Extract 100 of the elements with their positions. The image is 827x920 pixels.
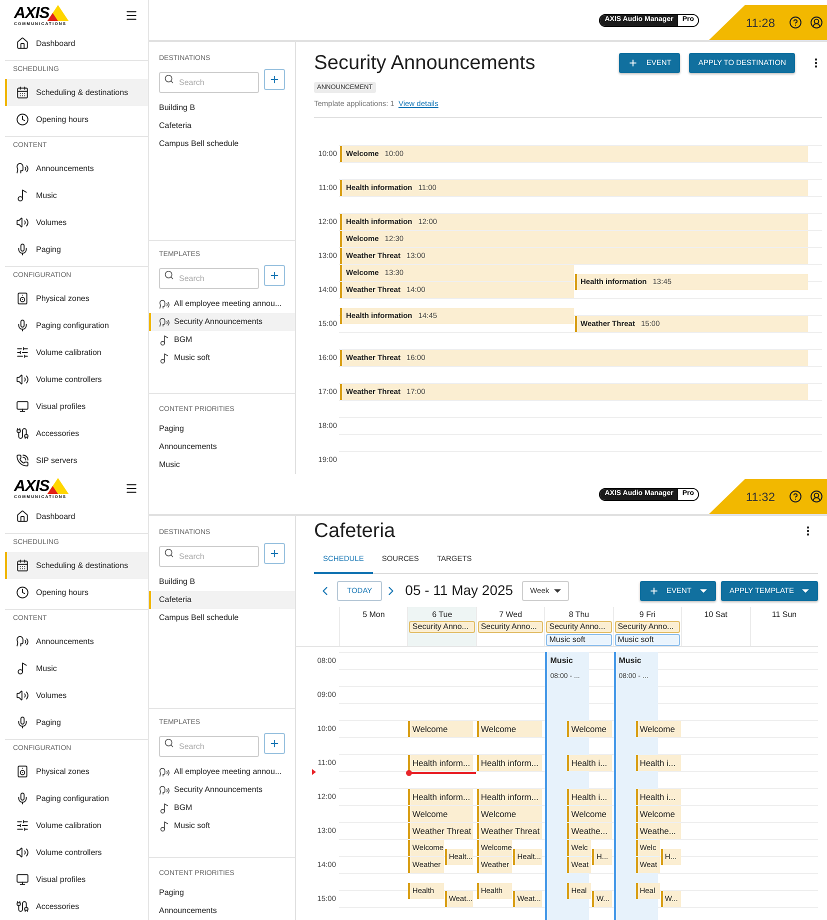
calendar-event[interactable]: Health inform... — [408, 789, 474, 805]
calendar-event[interactable]: Health inform... — [476, 789, 542, 805]
nav-item[interactable]: Music — [5, 182, 148, 209]
plus-icon — [648, 586, 658, 596]
list-item[interactable]: Announcements — [149, 902, 295, 920]
nav-item[interactable]: Volumes — [5, 682, 148, 709]
search-field[interactable]: Search — [159, 736, 260, 758]
home-icon — [16, 37, 29, 50]
calendar-event[interactable]: Weather Threat — [408, 823, 474, 839]
cable-icon — [16, 427, 29, 440]
list-item[interactable]: Paging — [149, 420, 295, 438]
nav-item[interactable]: Volume calibration — [5, 812, 148, 839]
nav-item[interactable]: Paging — [5, 236, 148, 263]
all-day-event[interactable]: Security Anno... — [409, 621, 475, 633]
list-item[interactable]: All employee meeting annou... — [149, 763, 295, 782]
all-day-event[interactable]: Music soft — [546, 634, 612, 646]
nav-item[interactable]: Scheduling & destinations — [5, 552, 148, 579]
calendar-event[interactable]: Welcome — [636, 806, 681, 822]
menu-button[interactable] — [125, 8, 138, 22]
nav-item[interactable]: Dashboard — [5, 503, 148, 530]
logo-wordmark: AXIS — [14, 479, 50, 494]
add-button[interactable] — [264, 733, 285, 754]
nav-item[interactable]: Dashboard — [5, 30, 148, 57]
calendar-event[interactable]: Welcome — [567, 806, 612, 822]
nav-item[interactable]: Paging — [5, 709, 148, 736]
list-item[interactable]: Building B — [149, 573, 295, 591]
calendar-event[interactable]: Health inform... — [408, 755, 474, 771]
calendar-event[interactable]: Welcome — [476, 721, 542, 737]
list-item[interactable]: Music soft — [149, 817, 295, 836]
list-item[interactable]: Cafeteria — [149, 591, 295, 609]
calendar-event[interactable]: Welcome — [408, 721, 474, 737]
nav-item[interactable]: Physical zones — [5, 758, 148, 785]
calendar-event[interactable]: Welcome — [636, 721, 681, 737]
nav-item[interactable]: Physical zones — [5, 285, 148, 312]
page-title: Security Announcements — [314, 51, 536, 76]
plus-icon — [269, 548, 280, 559]
nav-item[interactable]: SIP servers — [5, 447, 148, 474]
help-button[interactable] — [789, 16, 802, 29]
search-field[interactable]: Search — [159, 546, 260, 567]
all-day-event[interactable]: Security Anno... — [546, 621, 612, 633]
nav-item[interactable]: Scheduling & destinations — [5, 79, 148, 106]
list-item[interactable]: Security Announcements — [149, 781, 295, 800]
microphone-icon — [16, 792, 29, 805]
list-item[interactable]: BGM — [149, 331, 295, 349]
calendar-event[interactable]: Weathe... — [567, 823, 612, 839]
nav-item[interactable]: Opening hours — [5, 106, 148, 133]
nav-item[interactable]: Visual profiles — [5, 393, 148, 420]
all-day-event[interactable]: Security Anno... — [614, 621, 680, 633]
add-button[interactable] — [264, 543, 285, 564]
nav-item[interactable]: Opening hours — [5, 579, 148, 606]
calendar-event[interactable]: Health inform... — [476, 755, 542, 771]
calendar-event[interactable]: Health i... — [636, 789, 681, 805]
calendar-event[interactable]: Welcome — [567, 721, 612, 737]
list-item[interactable]: Security Announcements — [149, 313, 295, 331]
all-day-event[interactable]: Security Anno... — [478, 621, 544, 633]
list-item[interactable]: Campus Bell schedule — [149, 609, 295, 627]
menu-button[interactable] — [125, 482, 138, 495]
add-button[interactable] — [264, 265, 285, 286]
search-field[interactable]: Search — [159, 72, 260, 93]
calendar-event[interactable]: Health i... — [567, 789, 612, 805]
nav-item[interactable]: Accessories — [5, 893, 148, 920]
calendar-event[interactable]: Welcome — [408, 806, 474, 822]
list-item[interactable]: Paging — [149, 884, 295, 902]
nav-item[interactable]: Announcements — [5, 628, 148, 655]
nav-item[interactable]: Accessories — [5, 420, 148, 447]
nav-item[interactable]: Paging configuration — [5, 312, 148, 339]
search-field[interactable]: Search — [159, 268, 260, 289]
list-item[interactable]: Campus Bell schedule — [149, 135, 295, 153]
nav-item[interactable]: Paging configuration — [5, 785, 148, 812]
account-button[interactable] — [810, 16, 823, 29]
calendar-event[interactable]: Welcome — [476, 806, 542, 822]
nav-item[interactable]: Visual profiles — [5, 866, 148, 893]
nav-item[interactable]: Announcements — [5, 155, 148, 182]
nav-item[interactable]: Volumes — [5, 209, 148, 236]
day-label: 5 Mon — [362, 610, 385, 620]
calendar-event[interactable]: Health i... — [567, 755, 612, 771]
speaker-icon — [16, 765, 29, 778]
nav-item[interactable]: Volume controllers — [5, 366, 148, 393]
help-button[interactable] — [789, 490, 802, 503]
menu-icon — [125, 482, 138, 495]
nav-item[interactable]: Volume calibration — [5, 339, 148, 366]
list-item[interactable]: Building B — [149, 99, 295, 117]
calendar-event[interactable]: Health i... — [636, 755, 681, 771]
list-item[interactable]: Music — [149, 456, 295, 474]
all-day-event[interactable]: Music soft — [614, 634, 680, 646]
calendar-event[interactable]: Weather Threat — [476, 823, 542, 839]
list-item[interactable]: Cafeteria — [149, 117, 295, 135]
list-item[interactable]: BGM — [149, 799, 295, 818]
account-button[interactable] — [810, 490, 823, 503]
list-item[interactable]: Music soft — [149, 349, 295, 367]
list-item[interactable]: Announcements — [149, 438, 295, 456]
calendar-event[interactable]: Weathe... — [636, 823, 681, 839]
list-item[interactable]: All employee meeting annou... — [149, 295, 295, 313]
home-icon — [16, 510, 29, 523]
add-button[interactable] — [264, 69, 285, 90]
nav-item[interactable]: Music — [5, 655, 148, 682]
search-icon — [164, 738, 174, 748]
music-note-icon — [159, 352, 170, 364]
speaking-person-icon — [159, 766, 170, 778]
nav-item[interactable]: Volume controllers — [5, 839, 148, 866]
